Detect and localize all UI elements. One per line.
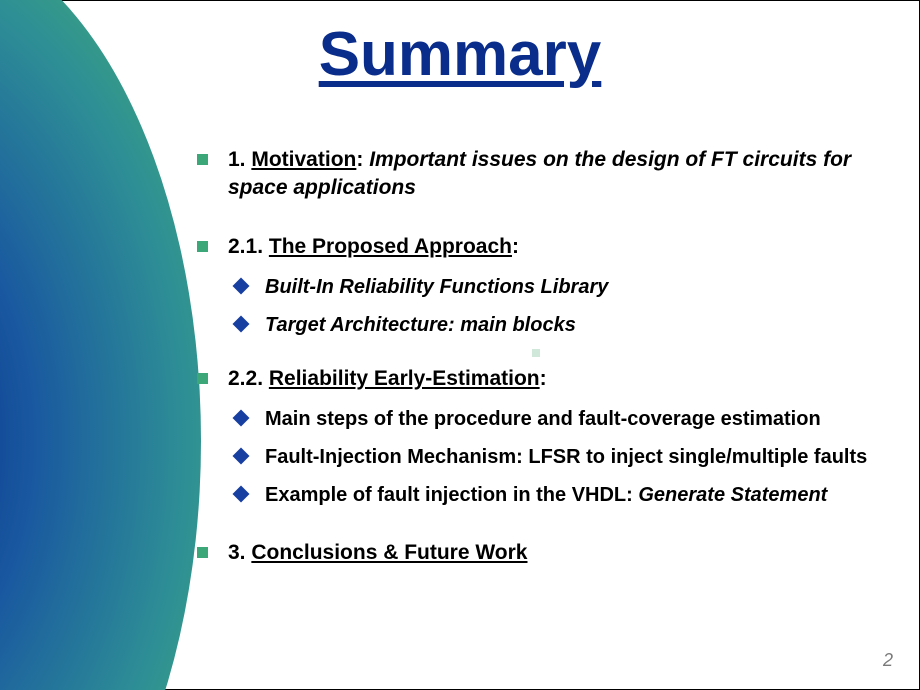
- diamond-bullet-icon: [233, 410, 250, 427]
- subbullet-steps: Main steps of the procedure and fault-co…: [235, 405, 883, 433]
- bullet-colon: :: [356, 148, 369, 171]
- bullet-approach: 2.1. The Proposed Approach:: [197, 233, 883, 261]
- square-bullet-icon: [197, 154, 208, 165]
- diamond-bullet-icon: [233, 316, 250, 333]
- subbullet-text: Target Architecture: main blocks: [265, 311, 883, 339]
- bullet-text: 2.1. The Proposed Approach:: [228, 233, 883, 261]
- bullet-number: 1.: [228, 148, 251, 171]
- subbullet-vhdl: Example of fault injection in the VHDL: …: [235, 481, 883, 509]
- bullet-motivation: 1. Motivation: Important issues on the d…: [197, 146, 883, 203]
- diamond-bullet-icon: [233, 486, 250, 503]
- bullet-underline: Conclusions & Future Work: [251, 541, 527, 564]
- subbullet-text: Main steps of the procedure and fault-co…: [265, 405, 883, 433]
- square-bullet-icon: [197, 547, 208, 558]
- subbullet-text: Example of fault injection in the VHDL: …: [265, 481, 883, 509]
- bullet-number: 2.1.: [228, 235, 269, 258]
- bullet-underline: Motivation: [251, 148, 356, 171]
- bullet-conclusions: 3. Conclusions & Future Work: [197, 539, 883, 567]
- decorative-arc: [0, 0, 201, 690]
- subbullet-part-b: Generate Statement: [638, 484, 827, 506]
- bullet-number: 3.: [228, 541, 251, 564]
- slide: Summary 1. Motivation: Important issues …: [0, 0, 920, 690]
- bullet-colon: :: [540, 367, 547, 390]
- subbullet-text: Fault-Injection Mechanism: LFSR to injec…: [265, 443, 883, 471]
- diamond-bullet-icon: [233, 278, 250, 295]
- bullet-estimation: 2.2. Reliability Early-Estimation:: [197, 365, 883, 393]
- bullet-text: 1. Motivation: Important issues on the d…: [228, 146, 883, 203]
- faded-square-icon: [532, 349, 540, 357]
- subbullet-text: Built-In Reliability Functions Library: [265, 273, 883, 301]
- bullet-number: 2.2.: [228, 367, 269, 390]
- bullet-underline: Reliability Early-Estimation: [269, 367, 540, 390]
- bullet-text: 2.2. Reliability Early-Estimation:: [228, 365, 883, 393]
- bullet-text: 3. Conclusions & Future Work: [228, 539, 883, 567]
- slide-title: Summary: [319, 19, 602, 90]
- subbullet-lfsr: Fault-Injection Mechanism: LFSR to injec…: [235, 443, 883, 471]
- square-bullet-icon: [197, 241, 208, 252]
- bullet-colon: :: [512, 235, 519, 258]
- subbullet-part-a: Example of fault injection in the VHDL:: [265, 484, 638, 506]
- page-number: 2: [883, 650, 893, 671]
- diamond-bullet-icon: [233, 448, 250, 465]
- subbullet-architecture: Target Architecture: main blocks: [235, 311, 883, 339]
- square-bullet-icon: [197, 373, 208, 384]
- bullet-underline: The Proposed Approach: [269, 235, 512, 258]
- title-container: Summary: [1, 19, 919, 90]
- subbullet-library: Built-In Reliability Functions Library: [235, 273, 883, 301]
- content-area: 1. Motivation: Important issues on the d…: [197, 146, 883, 568]
